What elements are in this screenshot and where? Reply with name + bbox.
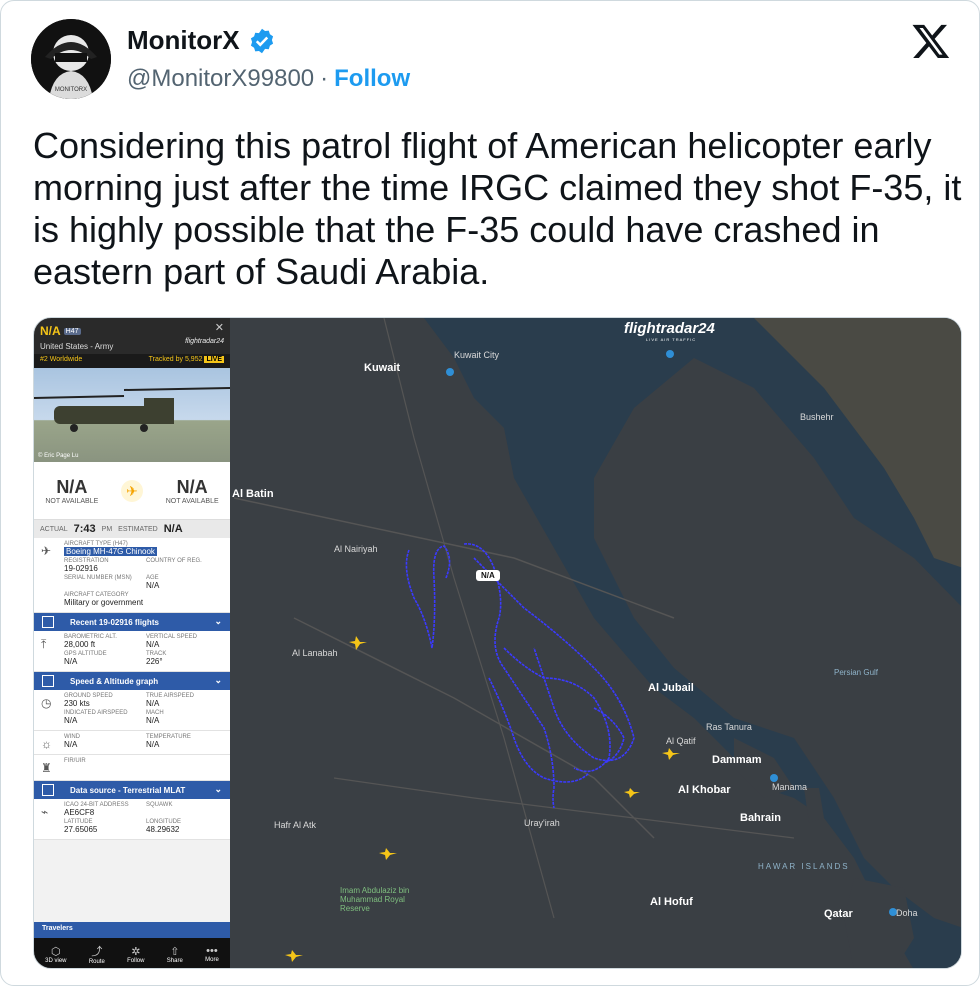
- map-label-hawar-islands: HAWAR ISLANDS: [758, 862, 850, 871]
- map-label-ras-tanura: Ras Tanura: [706, 722, 752, 732]
- panel-header: N/A H47 United States - Army ✕ flightrada…: [34, 318, 230, 368]
- altitude-icon: ⤒: [41, 637, 47, 651]
- separator: ·: [320, 65, 329, 92]
- route-button[interactable]: ⤴ Route: [89, 943, 105, 965]
- plane-icon: ✈: [121, 479, 143, 502]
- transponder-section: ⌁ ICAO 24-BIT ADDRESS AE6CF8 SQUAWK LATIT…: [34, 799, 230, 840]
- map-label-doha: Doha: [896, 908, 918, 918]
- ground-speed: 230 kts: [64, 699, 90, 708]
- tower-icon: ♜: [41, 761, 52, 775]
- tweet-media[interactable]: flightradar24 LIVE AIR TRAFFIC N/A Kuwai…: [33, 317, 962, 969]
- fr24-map-logo: flightradar24 LIVE AIR TRAFFIC: [624, 320, 715, 342]
- callsign: N/A: [40, 324, 61, 338]
- map-label-bahrain: Bahrain: [740, 812, 781, 824]
- altitude-section: ⤒ BAROMETRIC ALT. 28,000 ft VERTICAL SPEE…: [34, 631, 230, 672]
- close-icon[interactable]: ✕: [215, 321, 224, 334]
- route-icon: ⤴: [91, 946, 103, 958]
- map-label-bushehr: Bushehr: [800, 412, 834, 422]
- follow-aircraft-button[interactable]: ✲ Follow: [127, 945, 144, 964]
- bottom-toolbar: ⬡ 3D view ⤴ Route ✲ Follow ⇧ Share ••• More: [34, 938, 230, 968]
- origin-sub: NOT AVAILABLE: [45, 497, 99, 505]
- avatar[interactable]: MONITORX: [31, 19, 111, 99]
- map-label-al-hofuf: Al Hofuf: [650, 896, 693, 908]
- more-icon: •••: [206, 945, 218, 957]
- speed-section: ◷ GROUND SPEED 230 kts TRUE AIRSPEED N/A I…: [34, 690, 230, 731]
- data-source-bar[interactable]: Data source - Terrestrial MLAT ⌄: [34, 781, 230, 799]
- airplane-icon: ✈: [41, 544, 52, 558]
- baro-alt: 28,000 ft: [64, 640, 96, 649]
- handle-row: @MonitorX99800 · Follow: [127, 65, 410, 93]
- rank: #2 Worldwide: [40, 356, 83, 363]
- follow-icon: ✲: [131, 945, 141, 958]
- icao: AE6CF8: [64, 808, 95, 817]
- tweet-text: Considering this patrol flight of Americ…: [33, 125, 962, 292]
- track: 226°: [146, 657, 163, 666]
- latitude: 27.65065: [64, 825, 98, 834]
- origin-code: N/A: [56, 476, 88, 497]
- live-badge: LIVE: [204, 356, 224, 363]
- antenna-icon: ⌁: [41, 805, 49, 819]
- age: N/A: [146, 581, 160, 590]
- map-label-al-nairyah: Al Nairiyah: [334, 544, 378, 554]
- photo-credit: © Eric Page Lu: [38, 453, 79, 459]
- svg-text:MONITORX: MONITORX: [55, 87, 87, 93]
- speed-icon: ◷: [41, 696, 52, 710]
- fir-section: ♜ FIR/UIR: [34, 755, 230, 781]
- map-label-al-batin: Al Batin: [232, 488, 274, 500]
- chevron-down-icon: ⌄: [214, 616, 222, 626]
- travelers-bar[interactable]: Travelers: [34, 922, 230, 938]
- wind-icon: ☼: [41, 737, 52, 751]
- type-badge: H47: [63, 328, 81, 335]
- follow-button[interactable]: Follow: [334, 65, 410, 93]
- fr24-flight-panel: N/A H47 United States - Army ✕ flightrada…: [34, 318, 230, 968]
- name-row: MonitorX: [127, 25, 276, 56]
- category: Military or government: [64, 598, 144, 607]
- aircraft-photo[interactable]: © Eric Page Lu: [34, 368, 230, 462]
- weather-section: ☼ WIND N/A TEMPERATURE N/A: [34, 731, 230, 755]
- dest-sub: NOT AVAILABLE: [165, 497, 219, 505]
- recent-flights-bar[interactable]: Recent 19-02916 flights ⌄: [34, 613, 230, 631]
- aircraft-tag[interactable]: N/A: [476, 570, 500, 581]
- aircraft-type[interactable]: Boeing MH-47G Chinook: [64, 547, 157, 556]
- map-label-al-khobar: Al Khobar: [678, 784, 731, 796]
- x-logo-icon[interactable]: [911, 21, 951, 61]
- map-label-qatar: Qatar: [824, 908, 853, 920]
- display-name[interactable]: MonitorX: [127, 25, 240, 56]
- dest-code: N/A: [176, 476, 208, 497]
- map-label-royal-reserve: Imam Abdulaziz bin Muhammad Royal Reserv…: [340, 886, 410, 913]
- fr24-brand: flightradar24: [185, 338, 224, 345]
- cube-icon: ⬡: [51, 945, 61, 958]
- map-label-al-qatif: Al Qatif: [666, 736, 696, 746]
- estimated-value: N/A: [163, 523, 183, 535]
- registration: 19-02916: [64, 564, 98, 573]
- map-label-dammam: Dammam: [712, 754, 762, 766]
- rank-bar: #2 Worldwide Tracked by 5,952 LIVE: [34, 354, 230, 368]
- 3d-view-button[interactable]: ⬡ 3D view: [45, 945, 66, 964]
- route-box: N/A NOT AVAILABLE ✈ N/A NOT AVAILABLE: [34, 462, 230, 520]
- tracked: Tracked by 5,952: [148, 356, 203, 363]
- share-icon: ⇧: [170, 945, 180, 958]
- more-button[interactable]: ••• More: [205, 945, 219, 963]
- map-label-urayirah: Uray'irah: [524, 818, 560, 828]
- map-label-persian-gulf: Persian Gulf: [834, 668, 879, 677]
- aircraft-section: ✈ AIRCRAFT TYPE (H47) Boeing MH-47G Chin…: [34, 538, 230, 613]
- actual-time: 7:43: [73, 523, 96, 535]
- map-label-al-jubail: Al Jubail: [648, 682, 694, 694]
- map-label-kuwait-city: Kuwait City: [454, 350, 500, 360]
- tweet-card: MONITORX MonitorX @MonitorX99800 · Follo…: [0, 0, 980, 986]
- longitude: 48.29632: [146, 825, 180, 834]
- verified-badge-icon: [250, 28, 273, 53]
- map-label-al-lanaabah: Al Lanabah: [292, 648, 338, 658]
- speed-graph-bar[interactable]: Speed & Altitude graph ⌄: [34, 672, 230, 690]
- handle[interactable]: @MonitorX99800: [127, 65, 314, 93]
- map-label-manama: Manama: [772, 782, 808, 792]
- map-label-hafr-al-atk: Hafr Al Atk: [274, 820, 317, 830]
- share-button[interactable]: ⇧ Share: [167, 945, 183, 964]
- map-label-kuwait: Kuwait: [364, 362, 401, 374]
- times-row: ACTUAL 7:43 PM ESTIMATED N/A: [34, 520, 230, 538]
